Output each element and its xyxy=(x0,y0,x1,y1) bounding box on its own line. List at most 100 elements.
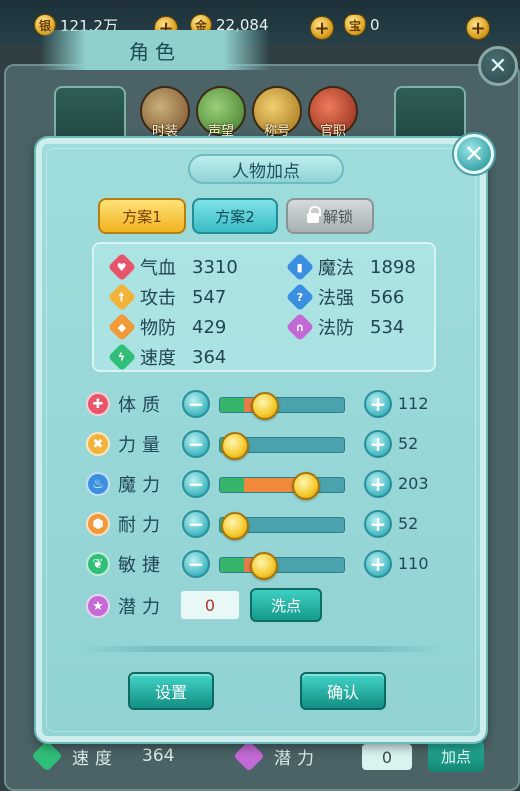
attribute-value: 112 xyxy=(398,394,429,413)
stat-hp-value: 3310 xyxy=(192,256,238,278)
ingot-amount: 0 xyxy=(370,16,380,34)
stat-hp-label: 气血 xyxy=(140,258,176,279)
stat-speed: ϟ 速度 364 xyxy=(107,342,227,372)
background-close-button[interactable]: ✕ xyxy=(478,46,518,86)
attribute-value: 110 xyxy=(398,554,429,573)
title-label: 称号 xyxy=(263,124,290,139)
attribute-row-endurance: ⬢ 耐力 − + 52 xyxy=(86,508,446,540)
reset-points-button[interactable]: 洗点 xyxy=(250,588,322,622)
slider-knob[interactable] xyxy=(251,392,279,420)
star-icon: ★ xyxy=(86,594,110,618)
bg-add-points-button[interactable]: 加点 xyxy=(428,740,484,772)
heart-icon: ♥ xyxy=(107,252,137,282)
attribute-label: 敏捷 xyxy=(118,555,166,576)
bg-potential-value: 0 xyxy=(362,744,412,770)
reputation-label: 声望 xyxy=(207,124,234,139)
attribute-row-magic: ♨ 魔力 − + 203 xyxy=(86,468,446,500)
lightning-icon: ϟ xyxy=(107,342,137,372)
increase-endurance-button[interactable]: + xyxy=(364,510,392,538)
speed-gem-icon xyxy=(31,740,63,772)
decrease-constitution-button[interactable]: − xyxy=(182,390,210,418)
attribute-value: 203 xyxy=(398,474,429,493)
stat-phys-def-label: 物防 xyxy=(140,318,176,339)
potential-gem-icon xyxy=(233,740,265,772)
bg-potential-label: 潜力 xyxy=(274,748,320,769)
attribute-row-agility: ❦ 敏捷 − + 110 xyxy=(86,548,446,580)
settings-button[interactable]: 设置 xyxy=(128,672,214,710)
slider-knob[interactable] xyxy=(292,472,320,500)
dialog-close-button[interactable]: ✕ xyxy=(454,134,494,174)
stat-phys-def: ◆ 物防 429 xyxy=(107,312,226,342)
tab-unlock-label: 解锁 xyxy=(322,207,353,226)
attribute-label: 体质 xyxy=(118,395,166,416)
stat-speed-label: 速度 xyxy=(140,348,176,369)
decrease-magic-button[interactable]: − xyxy=(182,470,210,498)
swords-icon: ✖ xyxy=(86,432,110,456)
derived-stats-box: ♥ 气血 3310 ▮ 魔法 1898 † 攻击 547 ? 法强 566 ◆ … xyxy=(92,242,436,372)
attribute-label: 力量 xyxy=(118,435,166,456)
tab-plan-1[interactable]: 方案1 xyxy=(98,198,186,234)
slider-knob[interactable] xyxy=(250,552,278,580)
increase-magic-button[interactable]: + xyxy=(364,470,392,498)
stat-magic-power: ? 法强 566 xyxy=(285,282,404,312)
stat-mp-value: 1898 xyxy=(370,256,416,278)
decrease-strength-button[interactable]: − xyxy=(182,430,210,458)
stat-magic-def-label: 法防 xyxy=(318,318,354,339)
stat-magic-def: ∩ 法防 534 xyxy=(285,312,405,342)
bg-speed-label: 速度 xyxy=(72,748,118,769)
tab-plan-2-label: 方案2 xyxy=(215,207,255,226)
stat-speed-value: 364 xyxy=(192,346,227,368)
increase-constitution-button[interactable]: + xyxy=(364,390,392,418)
avatar-frame[interactable] xyxy=(54,86,126,146)
stat-hp: ♥ 气血 3310 xyxy=(107,252,238,282)
constitution-slider[interactable] xyxy=(219,392,345,420)
sword-icon: † xyxy=(107,282,137,312)
attribute-value: 52 xyxy=(398,514,419,533)
endurance-slider[interactable] xyxy=(219,512,345,540)
potential-label: 潜力 xyxy=(118,597,166,618)
bg-speed-value: 364 xyxy=(142,746,175,766)
tab-unlock[interactable]: 解锁 xyxy=(286,198,374,234)
slider-knob[interactable] xyxy=(221,432,249,460)
add-gold-button[interactable]: + xyxy=(310,16,334,40)
armor-icon: ◆ xyxy=(107,312,137,342)
leaf-icon: ❦ xyxy=(86,552,110,576)
strength-slider[interactable] xyxy=(219,432,345,460)
stat-mp: ▮ 魔法 1898 xyxy=(285,252,416,282)
add-ingot-button[interactable]: + xyxy=(466,16,490,40)
fashion-label: 时装 xyxy=(151,124,178,139)
stat-attack-value: 547 xyxy=(192,286,227,308)
attribute-label: 耐力 xyxy=(118,515,166,536)
decrease-endurance-button[interactable]: − xyxy=(182,510,210,538)
lock-icon xyxy=(306,206,321,223)
cross-icon: ✚ xyxy=(86,392,110,416)
ingot-icon: 宝 xyxy=(344,14,366,36)
attribute-row-constitution: ✚ 体质 − + 112 xyxy=(86,388,446,420)
attribute-value: 52 xyxy=(398,434,419,453)
treasure-chest-frame[interactable] xyxy=(394,86,466,146)
flame-icon: ♨ xyxy=(86,472,110,496)
increase-strength-button[interactable]: + xyxy=(364,430,392,458)
stat-magic-def-value: 534 xyxy=(370,316,405,338)
agility-slider[interactable] xyxy=(219,552,345,580)
stat-mp-label: 魔法 xyxy=(318,258,354,279)
character-panel-title: 角色 xyxy=(40,30,270,70)
tab-plan-2[interactable]: 方案2 xyxy=(192,198,278,234)
shield-icon: ⬢ xyxy=(86,512,110,536)
tab-plan-1-label: 方案1 xyxy=(122,207,162,226)
attribute-points-dialog: 人物加点 方案1 方案2 解锁 ♥ 气血 3310 ▮ 魔法 1898 † 攻击… xyxy=(36,138,486,742)
confirm-button[interactable]: 确认 xyxy=(300,672,386,710)
increase-agility-button[interactable]: + xyxy=(364,550,392,578)
background-stat-row: 速度 364 潜力 xyxy=(31,738,486,774)
stat-attack-label: 攻击 xyxy=(140,288,176,309)
magic-slider[interactable] xyxy=(219,472,345,500)
magic-shield-icon: ∩ xyxy=(285,312,315,342)
magic-icon: ? xyxy=(285,282,315,312)
book-icon: ▮ xyxy=(285,252,315,282)
decrease-agility-button[interactable]: − xyxy=(182,550,210,578)
slider-knob[interactable] xyxy=(221,512,249,540)
attribute-label: 魔力 xyxy=(118,475,166,496)
dialog-divider xyxy=(82,646,442,652)
stat-attack: † 攻击 547 xyxy=(107,282,227,312)
attribute-row-strength: ✖ 力量 − + 52 xyxy=(86,428,446,460)
